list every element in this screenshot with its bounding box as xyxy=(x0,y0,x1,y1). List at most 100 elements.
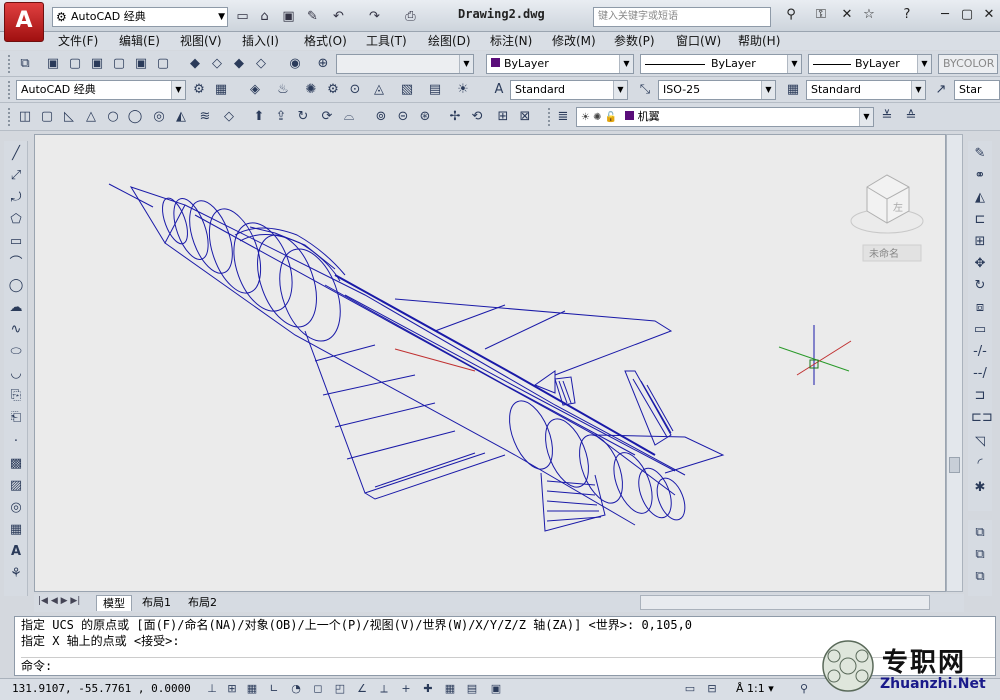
lwt-icon[interactable]: ✚ xyxy=(420,681,436,697)
mtext-icon[interactable]: A xyxy=(7,543,25,561)
light-icon[interactable]: ✺ xyxy=(302,81,320,99)
hatch-icon[interactable]: ▩ xyxy=(7,455,25,473)
sc-icon[interactable]: ▣ xyxy=(488,681,504,697)
spline-icon[interactable]: ∿ xyxy=(7,321,25,339)
array3d-icon[interactable]: ⊞ xyxy=(494,108,512,126)
cylinder-icon[interactable]: ◯ xyxy=(126,108,144,126)
polar-icon[interactable]: ◔ xyxy=(288,681,304,697)
help-icon[interactable]: ? xyxy=(896,6,918,24)
view-icon[interactable]: ◆ xyxy=(230,55,248,73)
extrude-icon[interactable]: ⬆ xyxy=(250,108,268,126)
menu-dimension[interactable]: 标注(N) xyxy=(490,32,532,50)
pan-icon[interactable]: ▭ xyxy=(682,681,698,697)
box-icon[interactable]: ▣ xyxy=(88,55,106,73)
layer-current-icon[interactable]: ≚ xyxy=(878,108,896,126)
align3d-icon[interactable]: ⊠ xyxy=(516,108,534,126)
drawing-canvas[interactable]: 左 未命名 xyxy=(34,134,946,592)
layer-combo[interactable]: ☀ ✺ 🔓 机翼 ▼ xyxy=(576,107,874,127)
planar-icon[interactable]: ◇ xyxy=(220,108,238,126)
copy-icon[interactable]: ⚭ xyxy=(971,167,989,185)
tab-nav-arrows[interactable]: |◀ ◀ ▶ ▶| xyxy=(38,596,80,606)
gradient-icon[interactable]: ▨ xyxy=(7,477,25,495)
zoom-icon[interactable]: ⊟ xyxy=(704,681,720,697)
sun-icon[interactable]: ☀ xyxy=(454,81,472,99)
polysolid-icon[interactable]: ◫ xyxy=(16,108,34,126)
key-icon[interactable]: ⚿ xyxy=(810,6,832,24)
trim-icon[interactable]: -/- xyxy=(971,343,989,361)
ellipse-icon[interactable]: ⬭ xyxy=(7,343,25,361)
subtract-icon[interactable]: ⊝ xyxy=(394,108,412,126)
menu-draw[interactable]: 绘图(D) xyxy=(428,32,471,50)
arc-icon[interactable]: ⌒ xyxy=(7,255,25,273)
offset-icon[interactable]: ⊏ xyxy=(971,211,989,229)
table-style-combo[interactable]: Standard ▼ xyxy=(806,80,926,100)
annotation-scale[interactable]: Å 1:1 ▾ xyxy=(736,679,774,699)
polygon-icon[interactable]: ⬠ xyxy=(7,211,25,229)
plot-icon[interactable]: ⎙ xyxy=(402,8,419,25)
open-icon[interactable]: ⌂ xyxy=(256,8,273,25)
snap-icon[interactable]: ⊞ xyxy=(224,681,240,697)
search-input[interactable]: 键入关键字或短语 xyxy=(593,7,771,27)
workspace-combo[interactable]: ⚙ AutoCAD 经典 ▼ xyxy=(52,7,228,27)
wedge-icon[interactable]: ◺ xyxy=(60,108,78,126)
menu-tools[interactable]: 工具(T) xyxy=(366,32,407,50)
otrack-icon[interactable]: ∠ xyxy=(354,681,370,697)
move-icon[interactable]: ✥ xyxy=(971,255,989,273)
box-icon[interactable]: ▢ xyxy=(66,55,84,73)
ducs-icon[interactable]: ⟂ xyxy=(376,681,392,697)
erase-icon[interactable]: ✎ xyxy=(971,145,989,163)
menu-file[interactable]: 文件(F) xyxy=(58,32,98,50)
join-icon[interactable]: ⊏⊐ xyxy=(971,409,993,427)
render-icon[interactable]: ◈ xyxy=(246,81,264,99)
revcloud-icon[interactable]: ☁ xyxy=(7,299,25,317)
stretch-icon[interactable]: ▭ xyxy=(971,321,989,339)
revolve-icon[interactable]: ⟳ xyxy=(318,108,336,126)
rectangle-icon[interactable]: ▭ xyxy=(7,233,25,251)
fillet-icon[interactable]: ◜ xyxy=(971,455,989,473)
dim-style-combo[interactable]: ISO-25 ▼ xyxy=(658,80,776,100)
line-icon[interactable]: ╱ xyxy=(7,145,25,163)
workspace-combo-2[interactable]: AutoCAD 经典 ▼ xyxy=(16,80,186,100)
box-icon[interactable]: ▢ xyxy=(38,108,56,126)
menu-parameter[interactable]: 参数(P) xyxy=(614,32,655,50)
qp-icon[interactable]: ▤ xyxy=(464,681,480,697)
loft-icon[interactable]: ⌓ xyxy=(340,108,358,126)
layer-previous-icon[interactable]: ≙ xyxy=(902,108,920,126)
binoculars-icon[interactable]: ⚲ xyxy=(780,6,802,24)
extend-icon[interactable]: --/ xyxy=(971,365,989,383)
ellipse-arc-icon[interactable]: ◡ xyxy=(7,365,25,383)
insert-block-icon[interactable]: ⎘ xyxy=(7,387,25,405)
zoom-icon[interactable]: ⊕ xyxy=(314,55,332,73)
close-button[interactable]: ✕ xyxy=(978,6,1000,24)
material-icon[interactable]: ◬ xyxy=(370,81,388,99)
grid-icon[interactable]: ▦ xyxy=(244,681,260,697)
menu-edit[interactable]: 编辑(E) xyxy=(119,32,160,50)
horizontal-scrollbar[interactable] xyxy=(640,595,930,610)
camera-icon[interactable]: ◉ xyxy=(286,55,304,73)
explode-icon[interactable]: ✱ xyxy=(971,479,989,497)
move3d-icon[interactable]: ✢ xyxy=(446,108,464,126)
pyramid-icon[interactable]: ◭ xyxy=(172,108,190,126)
maximize-button[interactable]: ▢ xyxy=(956,6,978,24)
draworder-above-icon[interactable]: ⧉ xyxy=(971,568,989,586)
view-icon[interactable]: ◆ xyxy=(186,55,204,73)
viewcube[interactable] xyxy=(850,174,924,234)
menu-insert[interactable]: 插入(I) xyxy=(242,32,279,50)
ortho-icon[interactable]: ∟ xyxy=(266,681,282,697)
light-icon[interactable]: ⊙ xyxy=(346,81,364,99)
draworder-front-icon[interactable]: ⧉ xyxy=(971,524,989,542)
redo-icon[interactable]: ↷ xyxy=(366,8,383,25)
infer-icon[interactable]: ⊥ xyxy=(204,681,220,697)
scale-icon[interactable]: ⧈ xyxy=(971,299,989,317)
tab-model[interactable]: 模型 xyxy=(96,595,132,611)
text-style-combo[interactable]: Standard ▼ xyxy=(510,80,628,100)
color-combo[interactable]: ByLayer ▼ xyxy=(486,54,634,74)
box-icon[interactable]: ▢ xyxy=(154,55,172,73)
helix-icon[interactable]: ≋ xyxy=(196,108,214,126)
undo-icon[interactable]: ↶ xyxy=(330,8,347,25)
union-icon[interactable]: ⊚ xyxy=(372,108,390,126)
tab-layout1[interactable]: 布局1 xyxy=(136,595,177,611)
minimize-button[interactable]: ─ xyxy=(934,6,956,24)
box-icon[interactable]: ▣ xyxy=(132,55,150,73)
tpy-icon[interactable]: ▦ xyxy=(442,681,458,697)
